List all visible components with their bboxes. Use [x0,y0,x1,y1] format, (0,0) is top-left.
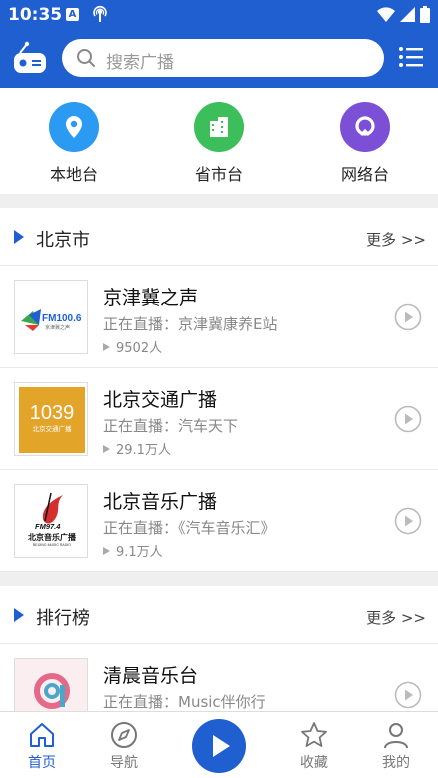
logo-subtext: 北京交通广播 [33,424,73,433]
category-province[interactable]: 省市台 [169,102,269,185]
search-placeholder: 搜索广播 [106,53,174,73]
play-icon [213,735,230,757]
tab-label: 我的 [382,755,410,771]
section-title: 排行榜 [36,608,90,629]
more-link[interactable]: 更多 >> [366,229,426,250]
status-bar: 10:35 A [0,0,438,30]
listener-count: 9.1万人 [103,541,163,560]
battery-icon [420,6,430,23]
category-label: 本地台 [49,165,98,184]
station-row[interactable]: 1039 北京交通广播 北京交通广播 正在直播：汽车天下 29.1万人 [0,368,438,470]
station-live: 正在直播：Music伴你行 [103,693,266,711]
logo-subtext: 北京音乐广播 [28,532,77,542]
play-icon[interactable] [394,507,422,539]
tab-label: 收藏 [300,755,328,771]
station-logo [14,658,88,711]
tab-navigation[interactable]: 导航 [84,712,164,772]
listeners-icon [103,445,110,453]
notification-a-icon: A [66,8,79,21]
play-icon[interactable] [394,405,422,437]
play-icon[interactable] [394,303,422,335]
category-local[interactable]: 本地台 [24,102,124,185]
main-play-button[interactable] [192,719,246,773]
logo-text: FM97.4 [35,522,61,531]
wifi-icon [377,6,395,22]
logo-text: 1039 [30,402,75,424]
more-link[interactable]: 更多 >> [366,607,426,628]
star-icon [301,722,327,747]
app-bar: 搜索广播 [0,30,438,88]
section-ranking: 排行榜 更多 >> 清晨音乐台 正在直播：Music伴你行 [0,586,438,711]
station-row[interactable]: FM97.4 北京音乐广播 BEIJING MUSIC RADIO 北京音乐广播… [0,470,438,572]
station-live: 正在直播：《汽车音乐汇》 [103,519,276,537]
station-row[interactable]: 清晨音乐台 正在直播：Music伴你行 [0,644,438,711]
search-icon [76,48,96,72]
radio-icon[interactable] [12,41,48,79]
station-live: 正在直播：汽车天下 [103,417,239,435]
section-header: 北京市 更多 >> [0,208,438,266]
logo-text: FM100.6 [42,313,82,324]
station-name: 清晨音乐台 [103,665,199,687]
listener-count: 9502人 [103,337,162,356]
category-label: 省市台 [194,165,243,184]
tab-label: 首页 [28,755,56,771]
list-menu-icon[interactable] [399,47,423,71]
search-input[interactable]: 搜索广播 [62,39,384,77]
person-icon [384,723,408,749]
cell-signal-icon [400,7,415,22]
station-name: 北京音乐广播 [103,491,218,513]
category-label: 网络台 [340,165,389,184]
category-row: 本地台 省市台 网络台 [0,88,438,194]
network-icon [340,102,390,152]
compass-icon [111,722,137,748]
listeners-icon [103,343,110,351]
listener-count: 29.1万人 [103,439,171,458]
section-header: 排行榜 更多 >> [0,586,438,644]
section-marker-icon [14,230,24,244]
category-network[interactable]: 网络台 [315,102,415,185]
tab-profile[interactable]: 我的 [356,712,436,772]
building-icon [194,102,244,152]
logo-subtext-en: BEIJING MUSIC RADIO [33,543,71,547]
status-time: 10:35 [8,5,63,25]
station-logo: FM97.4 北京音乐广播 BEIJING MUSIC RADIO [14,484,88,558]
play-icon[interactable] [394,681,422,711]
location-pin-icon [49,102,99,152]
logo-subtext: 京津冀之声 [45,324,70,331]
tab-favorites[interactable]: 收藏 [274,712,354,772]
tab-label: 导航 [110,755,138,771]
section-marker-icon [14,608,24,622]
section-beijing: 北京市 更多 >> FM100.6 京津冀之声 京津冀之声 正在直播：京津冀康养… [0,208,438,572]
station-row[interactable]: FM100.6 京津冀之声 京津冀之声 正在直播：京津冀康养E站 9502人 [0,266,438,368]
podcast-icon [91,5,109,27]
section-title: 北京市 [36,230,90,251]
station-logo: FM100.6 京津冀之声 [14,280,88,354]
listeners-icon [103,547,110,555]
station-name: 北京交通广播 [103,389,218,411]
tab-home[interactable]: 首页 [2,712,82,772]
station-name: 京津冀之声 [103,287,199,309]
station-logo: 1039 北京交通广播 [14,382,88,456]
station-live: 正在直播：京津冀康养E站 [103,315,278,333]
home-icon [30,723,54,747]
